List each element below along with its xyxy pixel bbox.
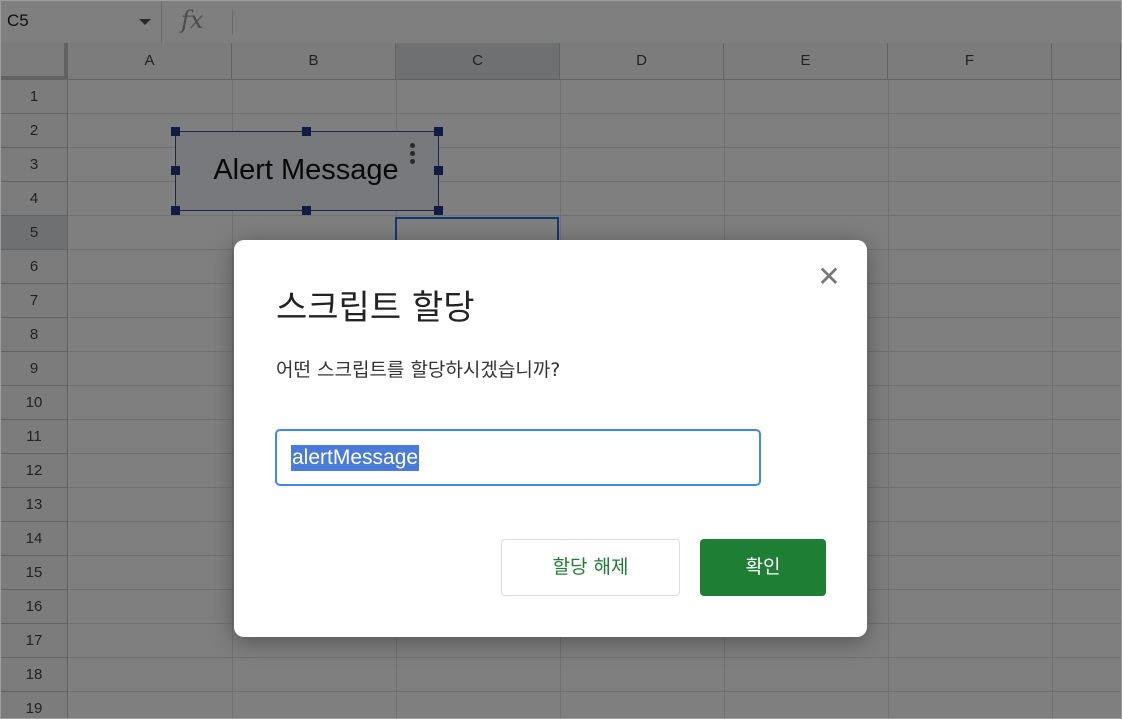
dialog-title: 스크립트 할당 (276, 288, 475, 328)
script-name-input[interactable]: alertMessage (275, 429, 761, 486)
script-name-value: alertMessage (291, 445, 420, 471)
unassign-button[interactable]: 할당 해제 (501, 539, 680, 596)
spreadsheet-window: C5 fx A B C D E F 1 2 3 4 5 6 7 8 9 10 1… (0, 0, 1122, 719)
dialog-prompt: 어떤 스크립트를 할당하시겠습니까? (276, 359, 561, 381)
ok-button[interactable]: 확인 (700, 539, 826, 596)
close-icon[interactable]: ✕ (816, 263, 842, 291)
assign-script-dialog: 스크립트 할당 ✕ 어떤 스크립트를 할당하시겠습니까? alertMessag… (234, 240, 867, 637)
